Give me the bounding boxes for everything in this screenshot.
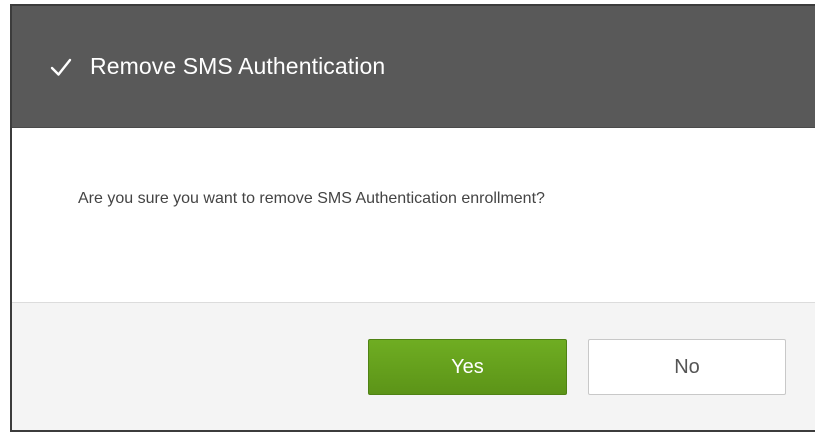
confirmation-message: Are you sure you want to remove SMS Auth… [78, 190, 545, 207]
remove-sms-auth-dialog: Remove SMS Authentication Are you sure y… [10, 4, 815, 432]
checkmark-icon [50, 56, 72, 78]
dialog-footer: Yes No [12, 303, 815, 430]
screen: Remove SMS Authentication Are you sure y… [0, 0, 815, 436]
dialog-title: Remove SMS Authentication [90, 53, 386, 79]
dialog-body: Are you sure you want to remove SMS Auth… [12, 128, 815, 303]
dialog-header: Remove SMS Authentication [12, 6, 815, 128]
no-button[interactable]: No [588, 339, 786, 395]
yes-button[interactable]: Yes [368, 339, 567, 395]
